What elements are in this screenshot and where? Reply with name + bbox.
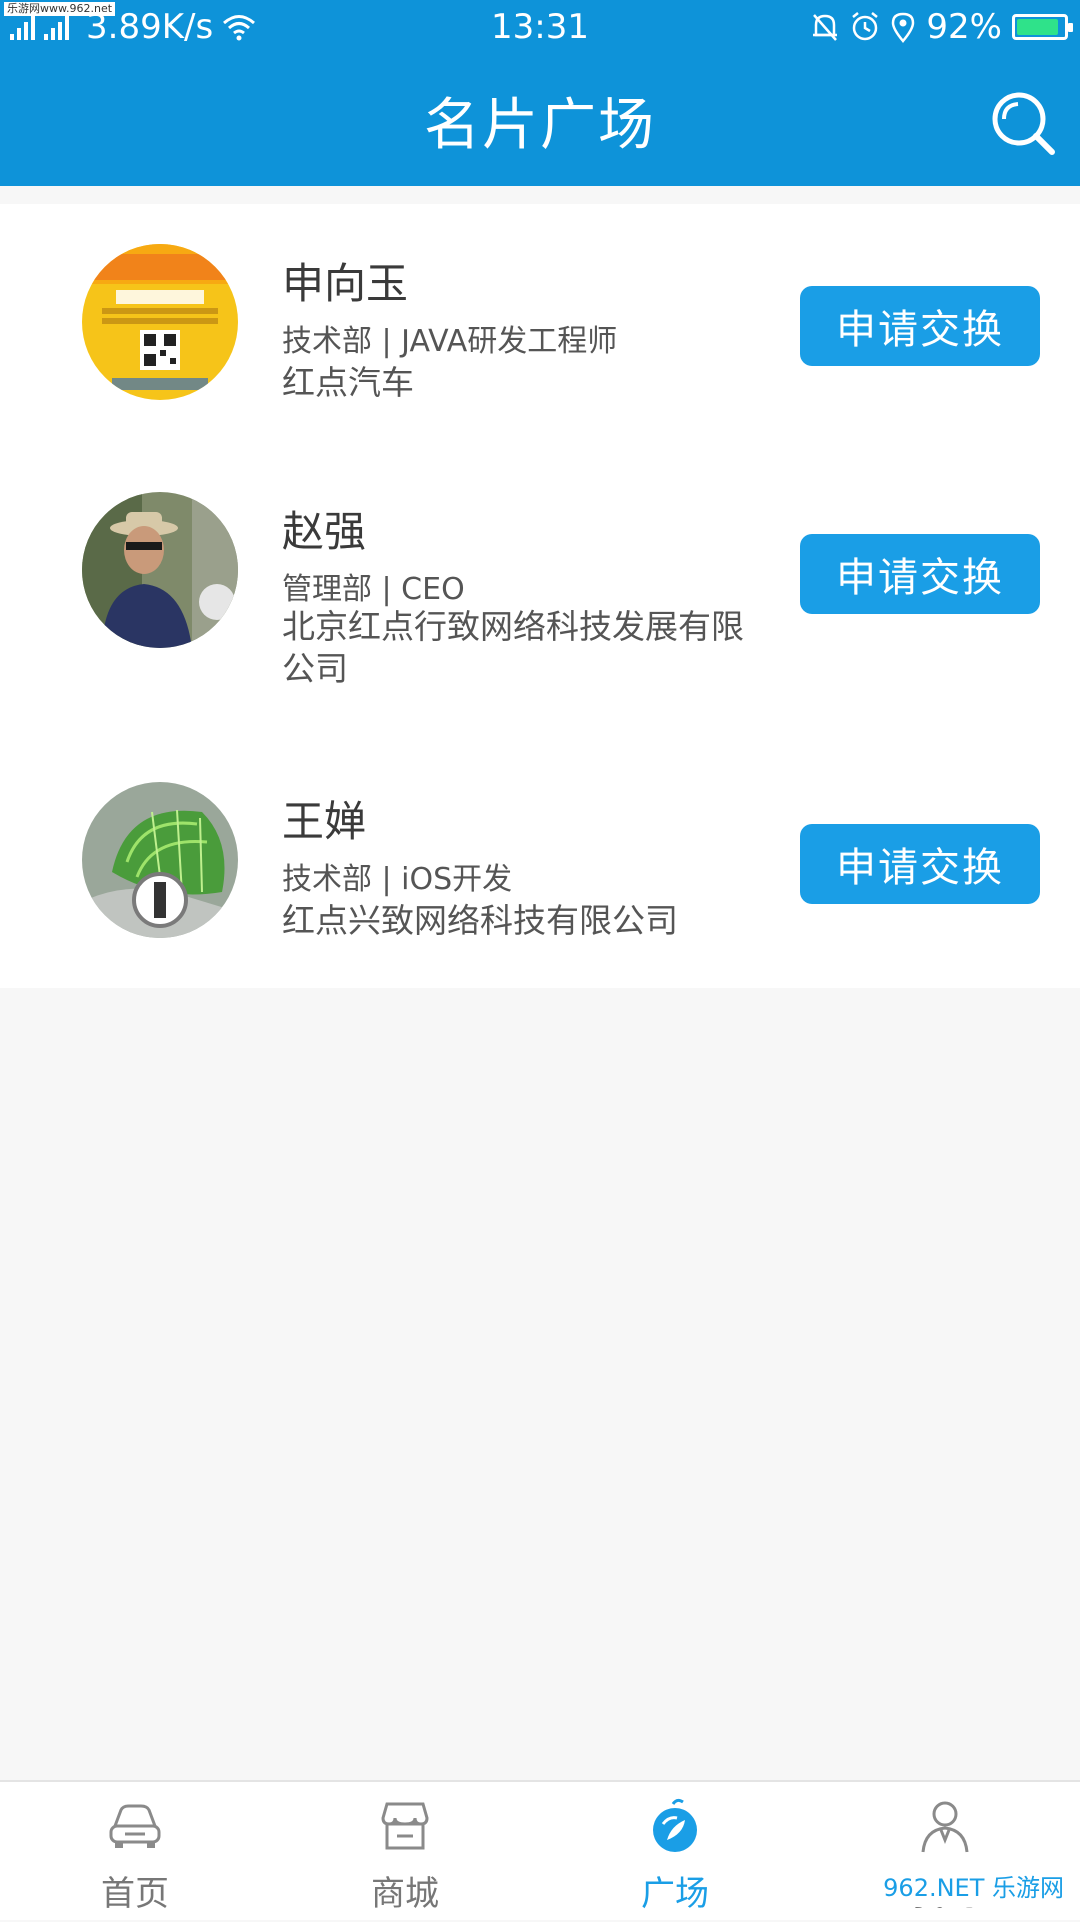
battery-icon <box>1012 14 1073 40</box>
card-item: 王婵 技术部 | iOS开发 红点兴致网络科技有限公司 申请交换 <box>0 782 1080 982</box>
nav-item-store[interactable]: 商城 <box>270 1782 540 1922</box>
exchange-button[interactable]: 申请交换 <box>800 824 1040 904</box>
card-list: 申向玉 技术部 | JAVA研发工程师 红点汽车 申请交换 赵强 管理部 | C… <box>0 204 1080 988</box>
battery-percent: 92% <box>926 7 1002 47</box>
card-dept: 管理部 | CEO <box>282 572 465 607</box>
alarm-icon <box>852 12 879 41</box>
watermark: 962.NET 乐游网 <box>875 1864 1072 1907</box>
card-item: 赵强 管理部 | CEO 北京红点行致网络科技发展有限公司 申请交换 <box>0 492 1080 732</box>
search-icon[interactable] <box>988 88 1058 158</box>
plaza-icon <box>653 1798 697 1852</box>
card-dept: 技术部 | iOS开发 <box>282 862 513 897</box>
status-bar: 乐游网www.962.net 3.89K/s 13:31 92% <box>0 0 1080 54</box>
card-name: 赵强 <box>282 507 367 556</box>
card-company: 红点汽车 <box>282 363 414 402</box>
avatar <box>82 782 238 938</box>
nav-label: 首页 <box>101 1874 169 1914</box>
page-title: 名片广场 <box>424 92 656 158</box>
nav-item-plaza[interactable]: 广场 <box>540 1782 810 1922</box>
header: 名片广场 <box>0 54 1080 186</box>
card-name: 申向玉 <box>282 259 409 308</box>
avatar <box>82 492 238 648</box>
silent-bell-icon <box>813 14 838 41</box>
location-icon <box>892 12 915 43</box>
battery-fill <box>1017 19 1059 35</box>
card-name: 王婵 <box>282 797 367 846</box>
status-right: 92% <box>810 0 1073 54</box>
nav-label: 商城 <box>371 1874 439 1914</box>
nav-item-home[interactable]: 首页 <box>0 1782 270 1922</box>
card-dept: 技术部 | JAVA研发工程师 <box>282 324 618 359</box>
user-icon <box>921 1801 969 1853</box>
card-company: 北京红点行致网络科技发展有限公司 <box>282 607 744 688</box>
card-company: 红点兴致网络科技有限公司 <box>282 901 678 940</box>
nav-label: 广场 <box>641 1874 709 1914</box>
exchange-button[interactable]: 申请交换 <box>800 286 1040 366</box>
card-item: 申向玉 技术部 | JAVA研发工程师 红点汽车 申请交换 <box>0 244 1080 444</box>
exchange-button[interactable]: 申请交换 <box>800 534 1040 614</box>
car-icon <box>109 1804 161 1848</box>
avatar <box>82 244 238 400</box>
store-icon <box>381 1802 429 1850</box>
